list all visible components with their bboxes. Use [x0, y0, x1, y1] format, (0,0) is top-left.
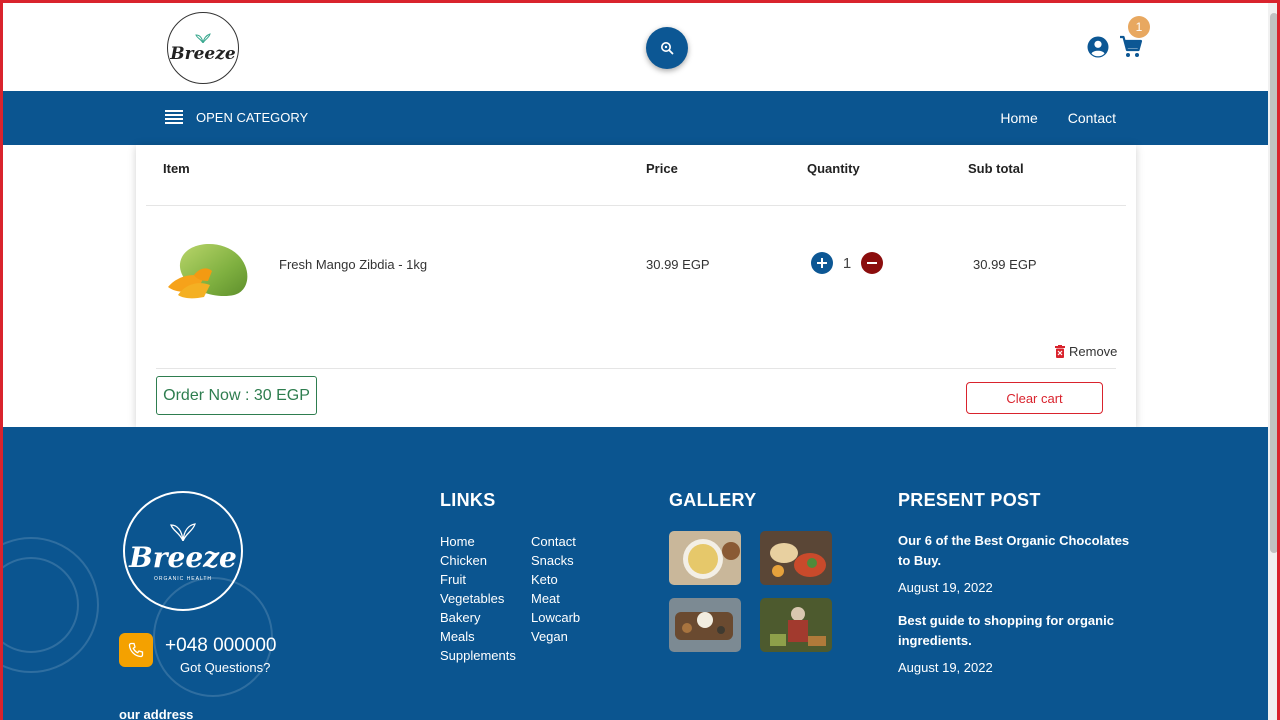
post-title-2[interactable]: Best guide to shopping for organic ingre… — [898, 611, 1138, 651]
footer-link-fruit[interactable]: Fruit — [440, 572, 516, 587]
phone-icon — [128, 642, 144, 658]
trash-icon — [1055, 345, 1065, 358]
nav-link-contact[interactable]: Contact — [1068, 110, 1116, 126]
footer-link-bakery[interactable]: Bakery — [440, 610, 516, 625]
leaf-icon — [170, 522, 196, 541]
footer-logo[interactable]: Breeze ORGANIC HEALTH — [123, 491, 243, 611]
footer-link-vegan[interactable]: Vegan — [531, 629, 580, 644]
gallery-heading: GALLERY — [669, 490, 757, 510]
phone-caption: Got Questions? — [180, 660, 271, 675]
site-logo[interactable]: Breeze — [167, 12, 239, 84]
product-name[interactable]: Fresh Mango Zibdia - 1kg — [279, 257, 427, 272]
leaf-icon — [195, 32, 211, 43]
minus-icon — [867, 262, 877, 264]
site-header: Breeze 1 — [3, 3, 1268, 91]
footer-link-snacks[interactable]: Snacks — [531, 553, 580, 568]
footer-link-vegetables[interactable]: Vegetables — [440, 591, 516, 606]
remove-item-button[interactable]: Remove — [1055, 344, 1117, 359]
open-category-label: OPEN CATEGORY — [196, 109, 309, 125]
product-image-mango — [168, 243, 248, 299]
footer-link-keto[interactable]: Keto — [531, 572, 580, 587]
footer-link-meals[interactable]: Meals — [440, 629, 516, 644]
main-navbar: OPEN CATEGORY Home Contact — [3, 91, 1268, 145]
gallery-image-salad-platter[interactable] — [760, 531, 832, 585]
gallery-image-soup[interactable] — [669, 531, 741, 585]
site-footer: Breeze ORGANIC HEALTH +048 000000 Got Qu… — [3, 427, 1268, 720]
gallery-image-farmer[interactable] — [760, 598, 832, 652]
footer-links-col1: Home Chicken Fruit Vegetables Bakery Mea… — [440, 534, 516, 663]
nav-link-home[interactable]: Home — [1000, 110, 1037, 126]
search-button[interactable] — [646, 27, 688, 69]
clear-cart-button[interactable]: Clear cart — [966, 382, 1103, 414]
footer-link-home[interactable]: Home — [440, 534, 516, 549]
product-subtotal: 30.99 EGP — [973, 257, 1037, 272]
remove-label: Remove — [1069, 344, 1118, 359]
present-post-heading: PRESENT POST — [898, 490, 1041, 510]
column-header-quantity: Quantity — [807, 161, 860, 176]
post-date-2: August 19, 2022 — [898, 660, 993, 675]
gallery-image-cheese-board[interactable] — [669, 598, 741, 652]
logo-text: Breeze — [170, 43, 236, 64]
header-divider — [146, 205, 1126, 206]
footer-link-meat[interactable]: Meat — [531, 591, 580, 606]
footer-logo-text: Breeze — [129, 540, 237, 574]
column-header-price: Price — [646, 161, 678, 176]
search-icon — [661, 42, 674, 55]
footer-link-lowcarb[interactable]: Lowcarb — [531, 610, 580, 625]
scrollbar-thumb[interactable] — [1270, 13, 1277, 553]
footer-logo-subtext: ORGANIC HEALTH — [153, 575, 213, 582]
user-icon[interactable] — [1087, 36, 1109, 58]
nav-links: Home Contact — [1000, 110, 1116, 126]
order-now-button[interactable]: Order Now : 30 EGP — [156, 376, 317, 415]
phone-icon-box — [119, 633, 153, 667]
gallery-grid — [669, 531, 832, 652]
address-label: our address — [119, 707, 194, 720]
footer-divider — [156, 368, 1116, 369]
open-category-button[interactable]: OPEN CATEGORY — [163, 109, 308, 125]
post-title-1[interactable]: Our 6 of the Best Organic Chocolates to … — [898, 531, 1138, 571]
product-price: 30.99 EGP — [646, 257, 710, 272]
increase-quantity-button[interactable] — [811, 252, 833, 274]
phone-number[interactable]: +048 000000 — [165, 635, 276, 657]
quantity-value: 1 — [842, 254, 852, 272]
decrease-quantity-button[interactable] — [861, 252, 883, 274]
footer-link-contact[interactable]: Contact — [531, 534, 580, 549]
column-header-item: Item — [163, 161, 190, 176]
column-header-subtotal: Sub total — [968, 161, 1024, 176]
cart-count-badge: 1 — [1128, 16, 1150, 38]
page-scrollbar[interactable] — [1268, 3, 1277, 720]
links-heading: LINKS — [440, 490, 496, 510]
plus-icon — [817, 258, 827, 268]
footer-links-col2: Contact Snacks Keto Meat Lowcarb Vegan — [531, 534, 580, 644]
quantity-stepper: 1 — [811, 252, 883, 274]
footer-link-supplements[interactable]: Supplements — [440, 648, 516, 663]
post-date-1: August 19, 2022 — [898, 580, 993, 595]
browser-frame: Breeze 1 OPEN CATEGORY Home Contact Item… — [0, 0, 1280, 720]
cart-table: Item Price Quantity Sub total Fresh Mang… — [136, 145, 1136, 427]
menu-icon — [165, 110, 183, 124]
cart-icon[interactable] — [1119, 35, 1143, 59]
footer-link-chicken[interactable]: Chicken — [440, 553, 516, 568]
